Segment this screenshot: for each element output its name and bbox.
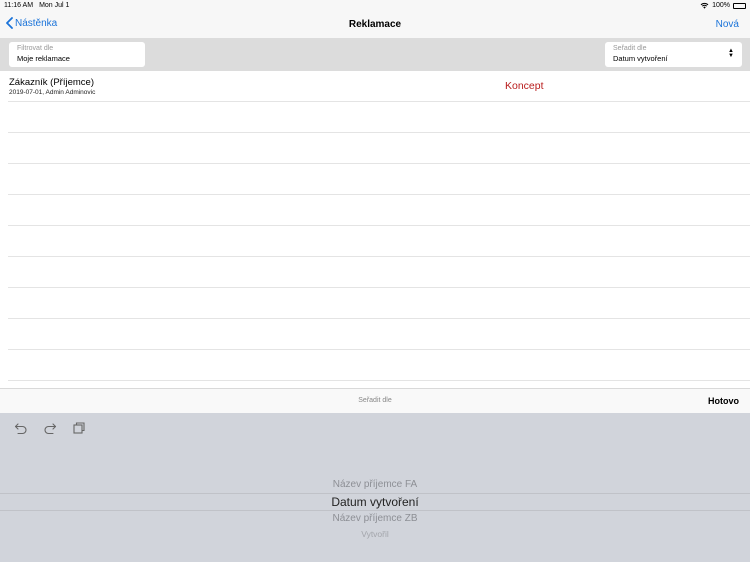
row-title: Zákazník (Příjemce) — [9, 77, 94, 88]
sort-value: Datum vytvoření — [613, 54, 668, 63]
battery-icon — [733, 2, 746, 9]
page-title: Reklamace — [348, 19, 402, 30]
sort-arrows-icon: ▲ ▼ — [728, 48, 734, 59]
empty-row — [8, 319, 750, 350]
picker-option-selected[interactable]: Datum vytvoření — [0, 495, 750, 509]
empty-row — [8, 257, 750, 288]
status-badge: Koncept — [505, 80, 544, 92]
picker-option[interactable]: Název příjemce FA — [0, 479, 750, 490]
status-date: Mon Jul 1 — [39, 2, 70, 9]
picker-option[interactable]: Vytvořil — [0, 529, 750, 539]
picker-selection-line-top — [0, 493, 750, 494]
sort-field[interactable]: Seřadit dle Datum vytvoření ▲ ▼ — [605, 42, 742, 67]
sort-picker-wheel[interactable]: Název příjemce FA Datum vytvoření Název … — [0, 473, 750, 543]
filter-bar: Filtrovat dle Moje reklamace Seřadit dle… — [0, 38, 750, 71]
new-button[interactable]: Nová — [716, 19, 739, 30]
back-button[interactable]: Nástěnka — [6, 17, 57, 29]
keyboard-shortcuts — [14, 421, 86, 435]
empty-row — [8, 226, 750, 257]
status-bar: 11:16 AM Mon Jul 1 100% — [0, 0, 750, 11]
empty-row — [8, 195, 750, 226]
picker-option[interactable]: Název příjemce ZB — [0, 513, 750, 524]
done-button[interactable]: Hotovo — [708, 396, 739, 406]
picker-title: Seřadit dle — [358, 397, 392, 404]
chevron-left-icon — [6, 17, 13, 29]
row-subtitle: 2019-07-01, Admin Adminovic — [9, 89, 96, 96]
empty-row — [8, 102, 750, 133]
back-label: Nástěnka — [15, 17, 58, 29]
status-right: 100% — [700, 2, 746, 9]
status-time: 11:16 AM — [4, 2, 34, 9]
list-item[interactable]: Zákazník (Příjemce) 2019-07-01, Admin Ad… — [8, 71, 750, 102]
sort-label: Seřadit dle — [613, 45, 647, 52]
filter-field[interactable]: Filtrovat dle Moje reklamace — [9, 42, 145, 67]
filter-value: Moje reklamace — [17, 54, 70, 63]
empty-row — [8, 288, 750, 319]
empty-row — [8, 133, 750, 164]
navigation-bar: Nástěnka Reklamace Nová — [0, 11, 750, 38]
picker-area: Název příjemce FA Datum vytvoření Název … — [0, 413, 750, 562]
filter-label: Filtrovat dle — [17, 45, 54, 52]
picker-selection-line-bottom — [0, 510, 750, 511]
empty-row — [8, 164, 750, 195]
redo-icon[interactable] — [43, 421, 57, 435]
picker-toolbar: Seřadit dle Hotovo — [0, 388, 750, 413]
wifi-icon — [700, 2, 709, 9]
empty-row — [8, 350, 750, 381]
status-left: 11:16 AM Mon Jul 1 — [4, 2, 69, 9]
battery-percent: 100% — [712, 2, 730, 9]
paste-icon[interactable] — [72, 421, 86, 435]
undo-icon[interactable] — [14, 421, 28, 435]
complaint-list: Zákazník (Příjemce) 2019-07-01, Admin Ad… — [0, 71, 750, 388]
